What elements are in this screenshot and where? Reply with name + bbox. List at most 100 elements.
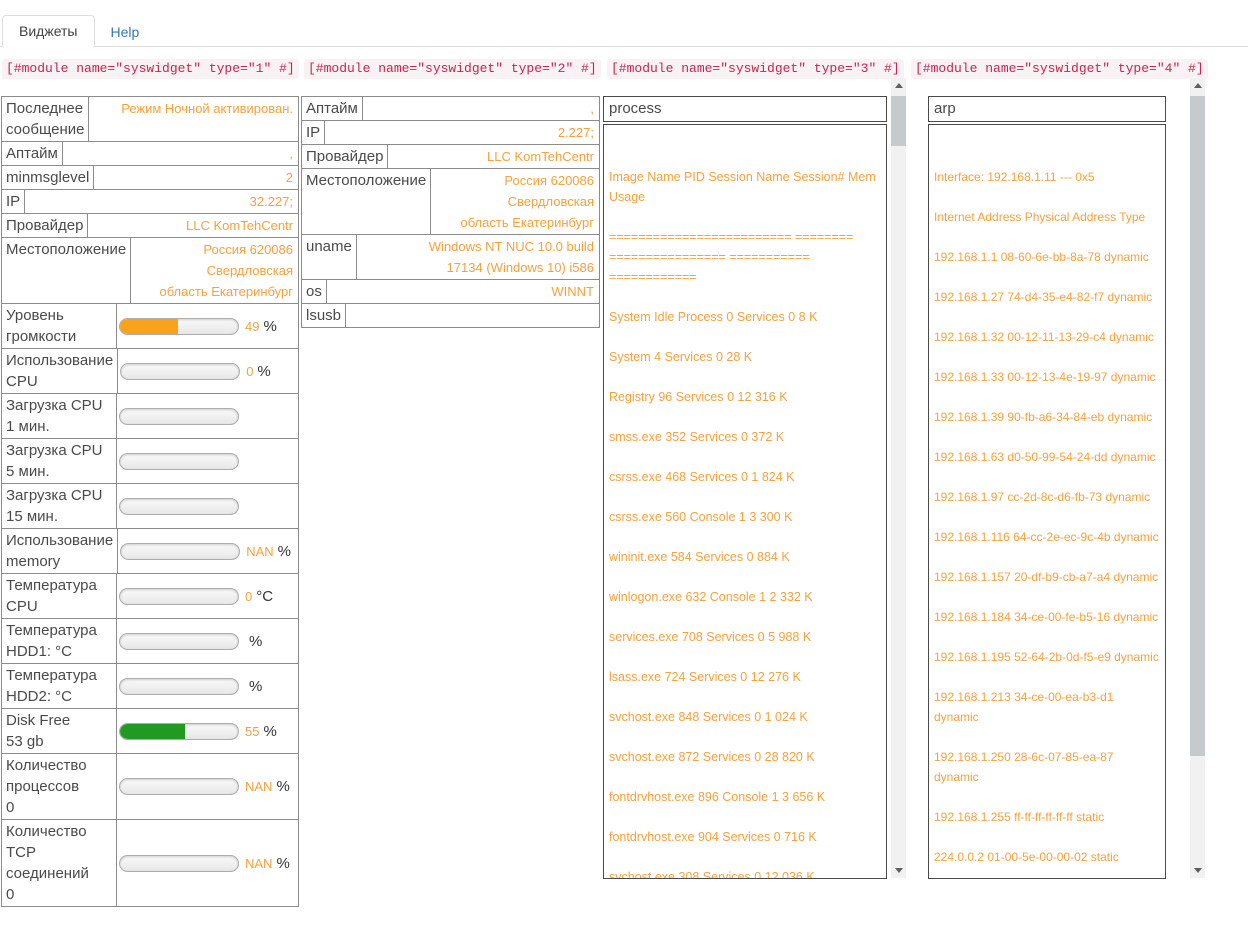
module-code-1: [#module name="syswidget" type="1" #] bbox=[2, 59, 299, 79]
progress-bar bbox=[119, 453, 239, 470]
row-label: Провайдер bbox=[2, 214, 88, 237]
row-bar-cell: 49% bbox=[117, 304, 298, 348]
row-label: uname bbox=[302, 235, 357, 279]
table-row: Уровень громкости49% bbox=[2, 303, 298, 348]
row-label: Уровень громкости bbox=[2, 304, 117, 348]
output-line: 192.168.1.27 74-d4-35-e4-82-f7 dynamic bbox=[934, 287, 1159, 307]
syswidget-type4-panel: arp Interface: 192.168.1.11 --- 0x5Inter… bbox=[925, 78, 1205, 878]
table-row: Загрузка CPU 5 мин. bbox=[2, 438, 298, 483]
output-line: Internet Address Physical Address Type bbox=[934, 207, 1159, 227]
process-widget-title: process bbox=[603, 96, 887, 122]
table-row: Температура HDD2: °C% bbox=[2, 663, 298, 708]
row-label: Количество процессов 0 bbox=[2, 754, 117, 819]
table-row: Количество процессов 0NAN% bbox=[2, 753, 298, 819]
table-row: unameWindows NT NUC 10.0 build 17134 (Wi… bbox=[302, 234, 599, 279]
bar-value: NAN bbox=[245, 856, 272, 871]
output-line: 192.168.1.116 64-cc-2e-ec-9c-4b dynamic bbox=[934, 527, 1159, 547]
output-line: csrss.exe 560 Console 1 3 300 K bbox=[609, 507, 880, 527]
tab-bar: Виджеты Help bbox=[0, 0, 1248, 47]
row-value: 2.227; bbox=[325, 121, 599, 144]
progress-bar bbox=[119, 855, 239, 872]
bar-unit-label: % bbox=[249, 678, 262, 695]
scrollbar-thumb[interactable] bbox=[891, 96, 906, 146]
row-value: Windows NT NUC 10.0 build 17134 (Windows… bbox=[357, 235, 599, 279]
row-value: Режим Ночной активирован. bbox=[89, 97, 298, 141]
row-label: Загрузка CPU 5 мин. bbox=[2, 439, 117, 483]
row-label: Загрузка CPU 15 мин. bbox=[2, 484, 117, 528]
progress-bar bbox=[119, 633, 239, 650]
row-label: Температура HDD2: °C bbox=[2, 664, 117, 708]
output-line: 192.168.1.39 90-fb-a6-34-84-eb dynamic bbox=[934, 407, 1159, 427]
scroll-down-button[interactable] bbox=[1190, 863, 1205, 878]
row-bar-cell: NAN% bbox=[118, 529, 299, 573]
output-line: fontdrvhost.exe 896 Console 1 3 656 K bbox=[609, 787, 880, 807]
table-row: Использование memoryNAN% bbox=[2, 528, 298, 573]
row-value: LLC KomTehCentr bbox=[88, 214, 298, 237]
output-line: 192.168.1.32 00-12-11-13-29-c4 dynamic bbox=[934, 327, 1159, 347]
table-row: Использование CPU0% bbox=[2, 348, 298, 393]
output-line: svchost.exe 308 Services 0 12 036 K bbox=[609, 867, 880, 879]
row-bar-cell bbox=[117, 394, 298, 438]
row-label: Температура HDD1: °C bbox=[2, 619, 117, 663]
row-value: LLC KomTehCentr bbox=[388, 145, 599, 168]
output-line: 192.168.1.195 52-64-2b-0d-f5-e9 dynamic bbox=[934, 647, 1159, 667]
scroll-down-button[interactable] bbox=[891, 863, 906, 878]
scroll-up-button[interactable] bbox=[891, 78, 906, 93]
row-label: Использование CPU bbox=[2, 349, 118, 393]
scrollbar-thumb[interactable] bbox=[1190, 96, 1205, 756]
output-line: wininit.exe 584 Services 0 884 K bbox=[609, 547, 880, 567]
output-line: 192.168.1.157 20-df-b9-cb-a7-a4 dynamic bbox=[934, 567, 1159, 587]
output-line: 192.168.1.1 08-60-6e-bb-8a-78 dynamic bbox=[934, 247, 1159, 267]
output-line: 192.168.1.255 ff-ff-ff-ff-ff-ff static bbox=[934, 807, 1159, 827]
table-row: МестоположениеРоссия 620086 Свердловская… bbox=[302, 168, 599, 234]
output-line: ========================= ======== =====… bbox=[609, 227, 880, 287]
row-label: Местоположение bbox=[302, 169, 431, 234]
table-row: Загрузка CPU 1 мин. bbox=[2, 393, 298, 438]
bar-value: 49 bbox=[245, 319, 259, 334]
row-label: Количество TCP соединений 0 bbox=[2, 820, 117, 906]
row-label: Disk Free 53 gb bbox=[2, 709, 117, 753]
row-label: lsusb bbox=[302, 304, 346, 327]
syswidget-type2-table: Аптайм,IP2.227;ПровайдерLLC KomTehCentrМ… bbox=[301, 96, 600, 328]
row-value: , bbox=[363, 97, 599, 120]
progress-bar bbox=[119, 408, 239, 425]
output-line: winlogon.exe 632 Console 1 2 332 K bbox=[609, 587, 880, 607]
scroll-up-button[interactable] bbox=[1190, 78, 1205, 93]
bar-unit-label: % bbox=[257, 363, 270, 380]
table-row: Загрузка CPU 15 мин. bbox=[2, 483, 298, 528]
row-label: Аптайм bbox=[302, 97, 363, 120]
arrow-down-icon bbox=[1194, 868, 1202, 873]
output-line: Registry 96 Services 0 12 316 K bbox=[609, 387, 880, 407]
arp-scrollbar[interactable] bbox=[1190, 78, 1205, 878]
row-bar-cell bbox=[117, 439, 298, 483]
row-label: Провайдер bbox=[302, 145, 388, 168]
row-value: 32.227; bbox=[25, 190, 298, 213]
row-label: Загрузка CPU 1 мин. bbox=[2, 394, 117, 438]
table-row: Аптайм, bbox=[302, 97, 599, 120]
bar-unit-label: % bbox=[263, 318, 276, 335]
row-label: minmsglevel bbox=[2, 166, 94, 189]
table-row: Количество TCP соединений 0NAN% bbox=[2, 819, 298, 906]
row-label: Аптайм bbox=[2, 142, 63, 165]
output-line: services.exe 708 Services 0 5 988 K bbox=[609, 627, 880, 647]
output-line: fontdrvhost.exe 904 Services 0 716 K bbox=[609, 827, 880, 847]
output-line: csrss.exe 468 Services 0 1 824 K bbox=[609, 467, 880, 487]
arrow-up-icon bbox=[895, 83, 903, 88]
table-row: Disk Free 53 gb55% bbox=[2, 708, 298, 753]
bar-value: NAN bbox=[246, 544, 273, 559]
tab-widgets[interactable]: Виджеты bbox=[2, 15, 95, 47]
output-line: 192.168.1.97 cc-2d-8c-d6-fb-73 dynamic bbox=[934, 487, 1159, 507]
tab-help[interactable]: Help bbox=[95, 17, 156, 47]
table-row: lsusb bbox=[302, 303, 599, 327]
widgets-page: Виджеты Help [#module name="syswidget" t… bbox=[0, 0, 1248, 946]
bar-unit-label: % bbox=[263, 723, 276, 740]
process-scrollbar[interactable] bbox=[891, 78, 906, 878]
row-bar-cell: 0°C bbox=[117, 574, 298, 618]
table-row: osWINNT bbox=[302, 279, 599, 303]
table-row: Последнее сообщениеРежим Ночной активиро… bbox=[2, 97, 298, 141]
output-line: 192.168.1.63 d0-50-99-54-24-dd dynamic bbox=[934, 447, 1159, 467]
progress-bar bbox=[119, 498, 239, 515]
table-row: IP32.227; bbox=[2, 189, 298, 213]
table-row: ПровайдерLLC KomTehCentr bbox=[302, 144, 599, 168]
bar-value: NAN bbox=[245, 779, 272, 794]
